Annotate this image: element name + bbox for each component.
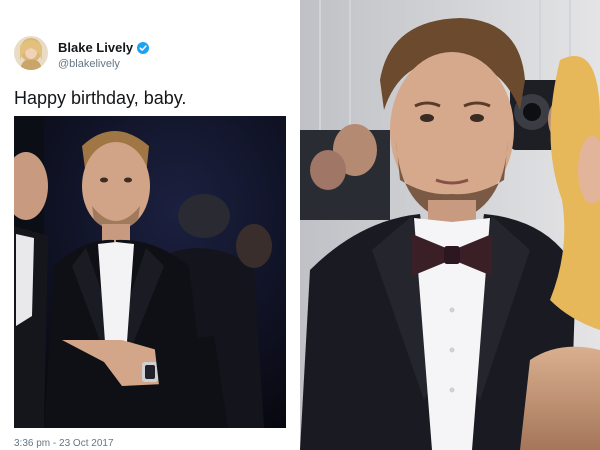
tweet-card: Blake Lively @blakelively Happy birthday… (0, 0, 300, 450)
event-photo (300, 0, 600, 450)
screenshot-collage: Blake Lively @blakelively Happy birthday… (0, 0, 600, 450)
author-row: Blake Lively (58, 40, 150, 55)
tweet-timestamp[interactable]: 3:36 pm - 23 Oct 2017 (14, 438, 114, 449)
author-handle[interactable]: @blakelively (58, 58, 120, 70)
tweet-photo[interactable] (14, 116, 286, 428)
tweet-photo-image (14, 116, 286, 428)
event-photo-image (300, 0, 600, 450)
verified-badge-icon (137, 41, 150, 54)
avatar-photo (14, 36, 48, 70)
tweet-text: Happy birthday, baby. (14, 88, 187, 108)
author-display-name[interactable]: Blake Lively (58, 40, 133, 55)
avatar[interactable] (14, 36, 48, 70)
